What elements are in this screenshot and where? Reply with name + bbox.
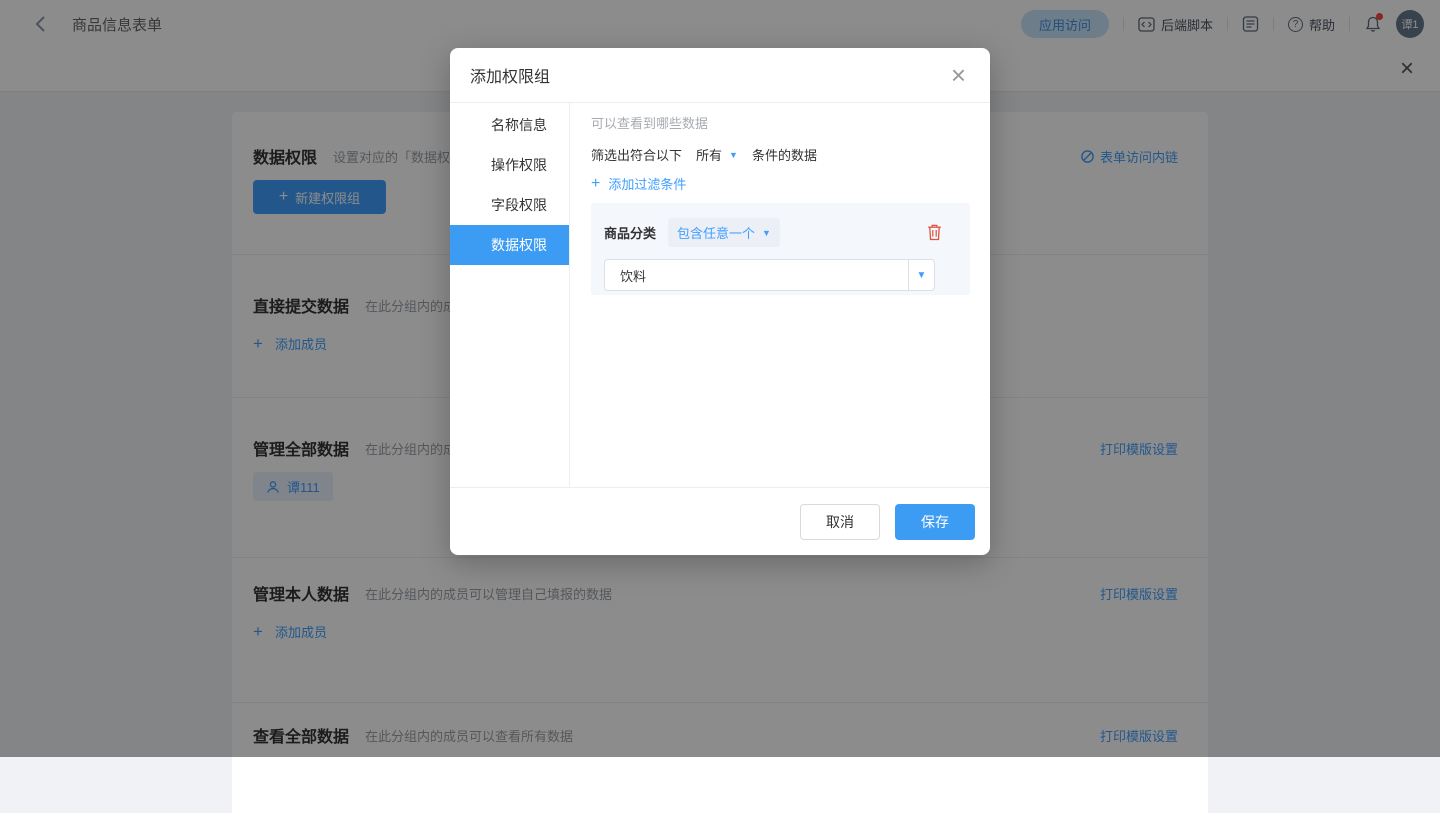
caret-down-icon: ▼	[762, 228, 771, 238]
cancel-button[interactable]: 取消	[800, 504, 880, 540]
caret-down-icon: ▼	[908, 260, 934, 290]
trash-icon	[927, 224, 942, 241]
dialog-content: 可以查看到哪些数据 筛选出符合以下 所有 ▼ 条件的数据 + 添加过滤条件 商品…	[570, 103, 990, 487]
match-mode-select[interactable]: 所有 ▼	[696, 145, 738, 164]
filter-suffix-label: 条件的数据	[752, 145, 817, 164]
save-button[interactable]: 保存	[895, 504, 975, 540]
tab-field-permission[interactable]: 字段权限	[450, 185, 569, 225]
add-filter-condition-link[interactable]: + 添加过滤条件	[591, 174, 686, 193]
plus-icon: +	[591, 177, 600, 191]
add-permission-group-dialog: 添加权限组 × 名称信息 操作权限 字段权限 数据权限 可以查看到哪些数据 筛选…	[450, 48, 990, 555]
caret-down-icon: ▼	[729, 150, 738, 160]
delete-condition-button[interactable]	[927, 224, 942, 241]
filter-condition-row: 商品分类 包含任意一个 ▼ 饮料 ▼	[591, 203, 970, 295]
filter-prefix-label: 筛选出符合以下	[591, 145, 682, 164]
condition-value-select[interactable]: 饮料 ▼	[604, 259, 935, 291]
dialog-tab-list: 名称信息 操作权限 字段权限 数据权限	[450, 103, 570, 487]
condition-field-label: 商品分类	[604, 223, 656, 242]
dialog-footer: 取消 保存	[450, 487, 990, 555]
condition-operator-select[interactable]: 包含任意一个 ▼	[668, 218, 780, 247]
tab-data-permission[interactable]: 数据权限	[450, 225, 569, 265]
close-icon[interactable]: ×	[951, 64, 966, 86]
dialog-title: 添加权限组	[470, 63, 550, 87]
tab-name-info[interactable]: 名称信息	[450, 105, 569, 145]
tab-operation-permission[interactable]: 操作权限	[450, 145, 569, 185]
dialog-header: 添加权限组 ×	[450, 48, 990, 103]
data-scope-hint: 可以查看到哪些数据	[591, 113, 970, 135]
